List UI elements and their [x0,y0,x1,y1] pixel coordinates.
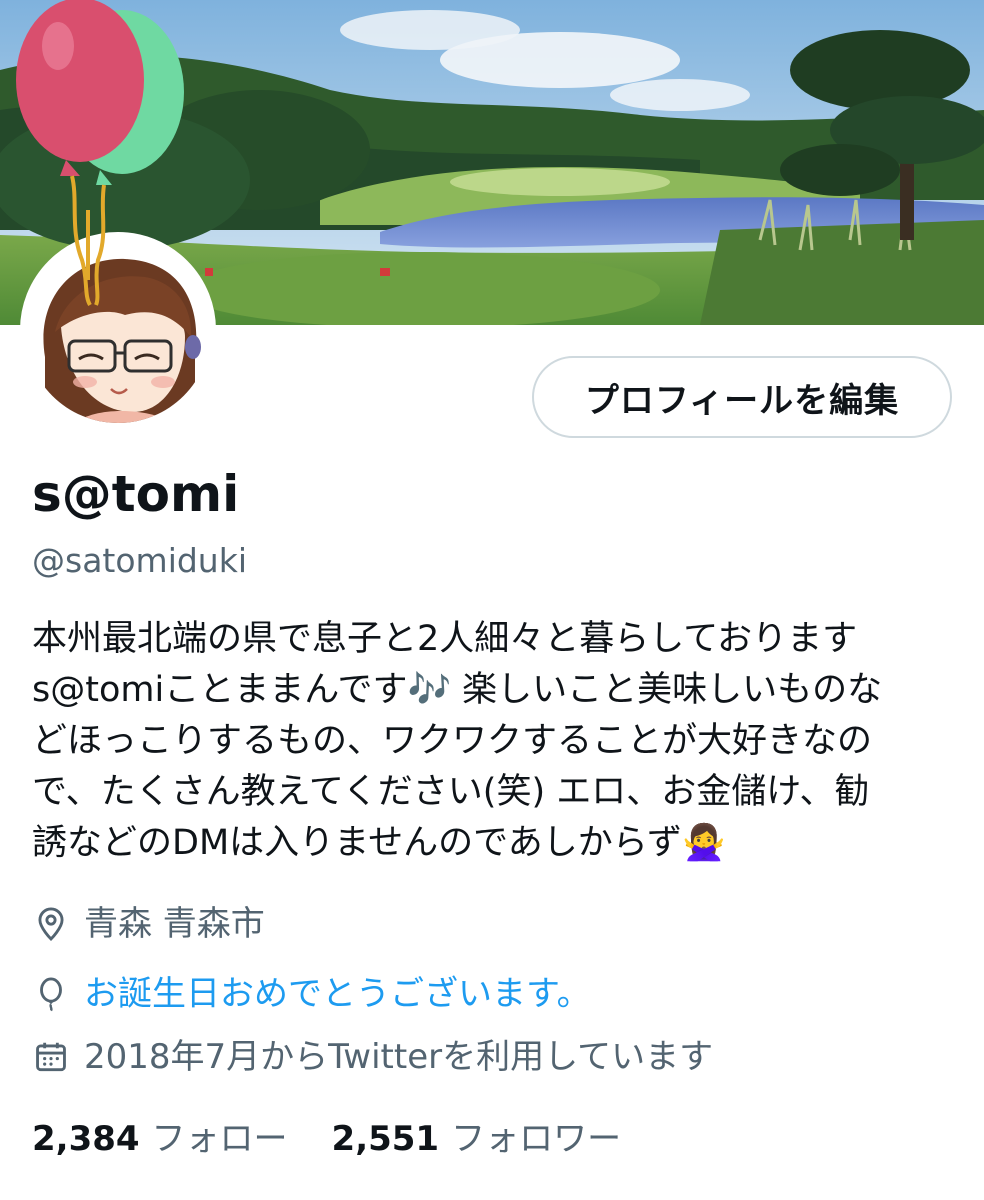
profile-joined-date: 2018年7月からTwitterを利用しています [32,1033,713,1081]
location-pin-icon [32,905,70,943]
following-label: フォロー [151,1119,288,1159]
bio-line: どほっこりするもの、ワクワクすることが大好きなの [32,721,873,761]
display-name: s@tomi [32,465,240,523]
location-text: 青森 青森市 [84,904,265,944]
followers-label: フォロワー [451,1119,622,1159]
profile-page: プロフィールを編集 s@tomi @satomiduki 本州最北端の県で息子と… [0,0,984,1200]
birthday-text[interactable]: お誕生日おめでとうございます。 [84,970,591,1018]
following-link[interactable]: 2,384 フォロー [32,1115,288,1163]
followers-link[interactable]: 2,551 フォロワー [332,1115,622,1163]
calendar-icon [32,1038,70,1076]
edit-profile-button[interactable]: プロフィールを編集 [532,356,952,438]
balloon-icon [32,975,70,1013]
profile-location: 青森 青森市 [32,900,265,948]
user-handle: @satomiduki [32,541,247,580]
balloon-decoration-icon [0,0,200,310]
follow-stats: 2,384 フォロー 2,551 フォロワー [32,1115,621,1163]
profile-birthday[interactable]: お誕生日おめでとうございます。 [32,970,591,1018]
bio-line: 本州最北端の県で息子と2人細々と暮らしております [32,619,858,659]
followers-count: 2,551 [331,1119,440,1159]
joined-text: 2018年7月からTwitterを利用しています [84,1037,714,1077]
profile-bio: 本州最北端の県で息子と2人細々と暮らしております s@tomiことままんです🎶 … [32,614,962,869]
bio-line: 誘などのDMは入りませんのであしからず🙅‍♀️ [32,823,726,863]
bio-line: で、たくさん教えてください(笑) エロ、お金儲け、勧 [32,772,870,812]
bio-line: s@tomiことままんです🎶 楽しいこと美味しいものな [32,670,883,710]
following-count: 2,384 [32,1119,140,1159]
